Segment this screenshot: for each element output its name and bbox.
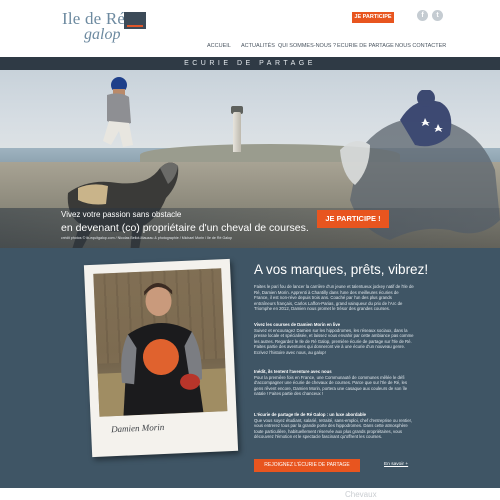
hero-caption-line1: Vivez votre passion sans obstacle — [61, 210, 182, 219]
nav-ecurie-de-partage[interactable]: ECURIE DE PARTAGE — [337, 41, 394, 51]
paragraph-inedit: Inédit, ils tentent l'aventure avec nous… — [254, 369, 414, 397]
page: Ile de Ré galop JE PARTICIPE f t ACCUEIL… — [0, 0, 500, 500]
hero-caption-line2: en devenant (co) propriétaire d'un cheva… — [61, 222, 309, 234]
participate-button[interactable]: JE PARTICIPE — [352, 12, 394, 23]
nav-nous-contacter[interactable]: NOUS CONTACTER — [395, 41, 446, 51]
logo-badge-icon — [124, 12, 146, 29]
hero-participate-button[interactable]: JE PARTICIPE ! — [317, 210, 389, 228]
paragraph-live-text: Suivez et encouragez Damien sur les hipp… — [254, 327, 414, 355]
twitter-icon[interactable]: t — [432, 10, 443, 21]
nav-qui-sommes-nous[interactable]: QUI SOMMES-NOUS ? — [278, 41, 336, 51]
paragraph-intro-text: Faites le pari fou de lancer la carrière… — [254, 284, 414, 312]
jockey-figure-icon — [121, 283, 204, 416]
logo-subtitle: galop — [84, 26, 121, 43]
site-header: Ile de Ré galop JE PARTICIPE f t ACCUEIL… — [0, 0, 500, 57]
join-ecurie-button[interactable]: REJOIGNEZ L'ÉCURIE DE PARTAGE — [254, 459, 360, 472]
next-section-peek: Chevaux — [0, 488, 500, 500]
nav-accueil[interactable]: ACCUEIL — [207, 41, 231, 51]
hero-image: Vivez votre passion sans obstacle en dev… — [0, 70, 500, 248]
site-logo[interactable]: Ile de Ré galop — [62, 9, 158, 49]
paragraph-luxe-text: Que vous soyez étudiant, salarié, retrai… — [254, 417, 412, 440]
section-title: A vos marques, prêts, vibrez! — [254, 262, 429, 277]
paragraph-luxe: L'écurie de partage Ile de Ré Galop : un… — [254, 412, 414, 440]
more-info-link[interactable]: En savoir + — [384, 462, 408, 467]
paragraph-inedit-text: Pour la première fois en France, une Com… — [254, 374, 408, 397]
main-section: Damien Morin A vos marques, prêts, vibre… — [0, 248, 500, 488]
paragraph-intro: Faites le pari fou de lancer la carrière… — [254, 284, 414, 312]
facebook-icon[interactable]: f — [417, 10, 428, 21]
hero-photo-credit: crédit photos © ib-equitgalop.com / Nico… — [61, 236, 233, 240]
paragraph-live: Vivez les courses de Damien Morin en liv… — [254, 322, 414, 356]
jockey-left-image — [103, 77, 133, 147]
lighthouse-tower — [233, 112, 241, 152]
polaroid-photo: Damien Morin — [83, 258, 239, 458]
banner-title: ECURIE DE PARTAGE — [184, 60, 316, 67]
section-banner: ECURIE DE PARTAGE — [0, 57, 500, 70]
jockey-portrait-image — [93, 268, 228, 417]
signature: Damien Morin — [110, 421, 165, 435]
nav-actualites[interactable]: ACTUALITÉS — [241, 41, 275, 51]
next-section-title: Chevaux — [345, 490, 377, 499]
